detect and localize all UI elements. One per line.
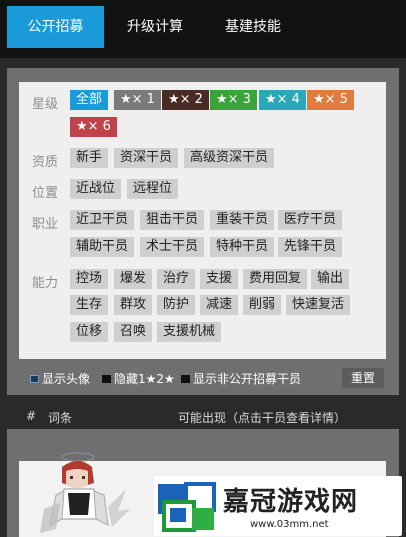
top-nav: 公开招募 升级计算 基建技能 [0,0,406,58]
qualification-chip-senior[interactable]: 资深干员 [114,148,179,168]
star-3-chip[interactable]: ★× 3 [210,90,257,110]
class-chip-supporter[interactable]: 辅助干员 [70,237,135,257]
class-chip-guard[interactable]: 近卫干员 [70,210,135,230]
star-1-chip[interactable]: ★× 1 [114,90,161,110]
tab-base-skills[interactable]: 基建技能 [208,6,298,48]
show-avatar-checkbox[interactable]: 显示头像 [30,369,90,389]
results-header: # 词条 可能出现（点击干员查看详情） [0,403,406,429]
qualification-chip-top[interactable]: 高级资深干员 [184,148,275,168]
ability-chip-healing[interactable]: 治疗 [157,269,196,289]
ability-chip-fast-redeploy[interactable]: 快速复活 [286,295,351,315]
operator-avatar[interactable] [26,449,131,537]
star-all-chip[interactable]: 全部 [70,90,109,110]
checkbox-checked-icon [30,374,39,383]
possible-column-header: 可能出现（点击干员查看详情） [178,411,347,425]
class-chip-sniper[interactable]: 狙击干员 [140,210,205,230]
class-chip-medic[interactable]: 医疗干员 [278,210,343,230]
filter-panel: 星级 全部 ★× 1 ★× 2 ★× 3 ★× 4 ★× 5 ★× 6 资质 新… [19,82,386,359]
class-chip-defender[interactable]: 重装干员 [210,210,275,230]
show-avatar-label: 显示头像 [42,372,91,386]
watermark-url: www.03mm.net [250,519,329,530]
watermark-site-name: 嘉冠游戏网 [223,487,359,517]
position-chip-ranged[interactable]: 远程位 [127,179,179,199]
star-4-chip[interactable]: ★× 4 [259,90,306,110]
hide-low-star-checkbox[interactable]: 隐藏1★2★ [102,369,175,389]
star-6-chip[interactable]: ★× 6 [70,117,117,137]
position-chip-melee[interactable]: 近战位 [70,179,122,199]
class-chip-specialist[interactable]: 特种干员 [210,237,275,257]
checkbox-icon [181,374,190,383]
show-non-public-label: 显示非公开招募干员 [193,372,302,386]
ability-chip-burst[interactable]: 爆发 [114,269,153,289]
class-label: 职业 [32,217,59,232]
ability-chip-crowd-control[interactable]: 控场 [70,269,109,289]
hide-low-star-label: 隐藏1★2★ [114,372,175,386]
tab-public-recruit[interactable]: 公开招募 [7,6,104,48]
ability-chip-shift[interactable]: 位移 [70,322,109,342]
ability-chip-survival[interactable]: 生存 [70,295,109,315]
ability-chip-dps[interactable]: 输出 [311,269,350,289]
ability-chip-slow[interactable]: 减速 [200,295,239,315]
show-non-public-checkbox[interactable]: 显示非公开招募干员 [181,369,301,389]
index-column-header: # [26,409,37,423]
star-2-chip[interactable]: ★× 2 [162,90,209,110]
star-5-chip[interactable]: ★× 5 [307,90,354,110]
ability-chip-support[interactable]: 支援 [200,269,239,289]
ability-chip-debuff[interactable]: 削弱 [243,295,282,315]
qualification-label: 资质 [32,155,59,170]
class-chip-caster[interactable]: 术士干员 [140,237,205,257]
tab-upgrade-calc[interactable]: 升级计算 [110,6,200,48]
checkbox-icon [102,374,111,383]
watermark-logo-icon [158,482,216,532]
ability-chip-robot[interactable]: 支援机械 [157,322,222,342]
tags-column-header: 词条 [48,411,73,425]
class-chip-vanguard[interactable]: 先锋干员 [278,237,343,257]
reset-button[interactable]: 重置 [342,368,384,388]
ability-chip-summon[interactable]: 召唤 [114,322,153,342]
qualification-chip-newbie[interactable]: 新手 [70,148,109,168]
star-label: 星级 [32,97,59,112]
ability-chip-aoe[interactable]: 群攻 [114,295,153,315]
ability-label: 能力 [32,276,59,291]
ability-chip-defense[interactable]: 防护 [157,295,196,315]
position-label: 位置 [32,186,59,201]
ability-chip-dp-recovery[interactable]: 费用回复 [243,269,308,289]
